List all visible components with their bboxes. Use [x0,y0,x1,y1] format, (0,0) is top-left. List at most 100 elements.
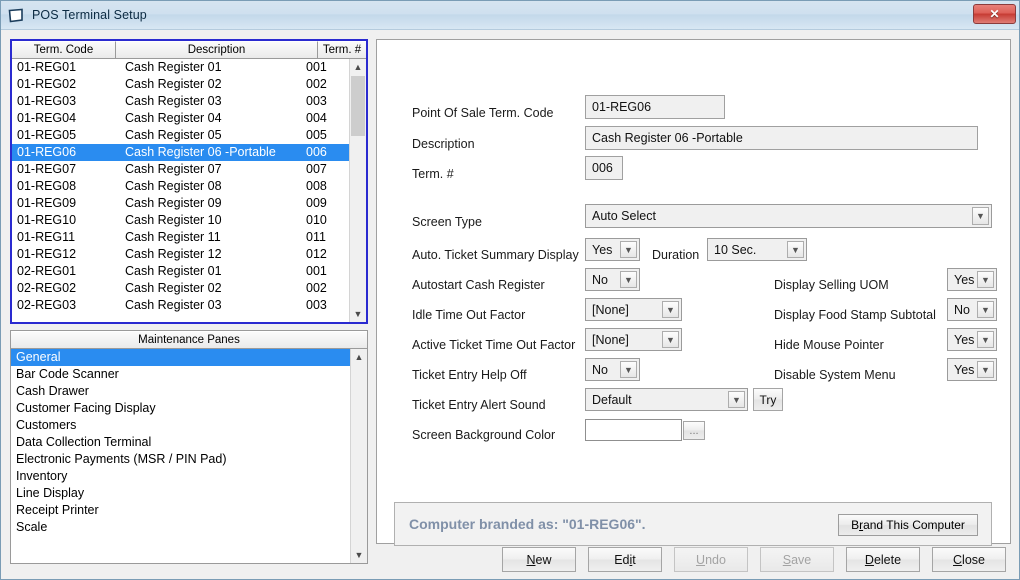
cell-term-code: 02-REG02 [17,281,77,295]
list-item[interactable]: Data Collection Terminal [11,434,350,451]
cell-description: Cash Register 06 -Portable [125,145,276,159]
combo-auto-ticket-summary-display[interactable]: Yes ▼ [585,238,640,261]
try-sound-button[interactable]: Try [753,388,783,411]
table-row[interactable]: 02-REG01 Cash Register 01 001 [12,263,349,280]
combo-idle-time-out-factor[interactable]: [None] ▼ [585,298,682,321]
table-row[interactable]: 01-REG09 Cash Register 09 009 [12,195,349,212]
combo-screen-type-value: Auto Select [592,209,656,223]
screen-background-color-browse-button[interactable]: ... [683,421,705,440]
table-row[interactable]: 01-REG05 Cash Register 05 005 [12,127,349,144]
chevron-down-icon[interactable]: ▼ [977,331,994,348]
table-row[interactable]: 01-REG06 Cash Register 06 -Portable 006 [12,144,349,161]
cell-term-num: 010 [306,213,327,227]
combo-active-ticket-time-out-factor[interactable]: [None] ▼ [585,328,682,351]
scroll-down-icon[interactable]: ▼ [350,306,366,322]
combo-display-food-stamp-subtotal[interactable]: No ▼ [947,298,997,321]
chevron-down-icon[interactable]: ▼ [972,207,989,225]
list-item[interactable]: Customer Facing Display [11,400,350,417]
chevron-down-icon[interactable]: ▼ [662,301,679,318]
footer-button-bar: New Ed i t Undo Save Delete Close [1,547,1019,573]
combo-hide-mouse-pointer[interactable]: Yes ▼ [947,328,997,351]
cell-term-code: 01-REG06 [17,145,77,159]
branding-status-box: Computer branded as: "01-REG06". Br and T… [394,502,992,546]
cell-description: Cash Register 04 [125,111,222,125]
window-body: Term. Code Description Term. # 01-REG01 C… [1,30,1019,579]
list-item[interactable]: Electronic Payments (MSR / PIN Pad) [11,451,350,468]
cell-term-num: 001 [306,60,327,74]
combo-display-selling-uom-value: Yes [954,272,975,287]
combo-ticket-entry-help-off-value: No [592,362,608,377]
chevron-down-icon[interactable]: ▼ [977,271,994,288]
label-ticket-entry-help-off: Ticket Entry Help Off [412,368,527,382]
edit-button[interactable]: Ed i t [588,547,662,572]
table-row[interactable]: 01-REG07 Cash Register 07 007 [12,161,349,178]
cell-term-code: 01-REG04 [17,111,77,125]
combo-duration[interactable]: 10 Sec. ▼ [707,238,807,261]
column-header-term-num[interactable]: Term. # [318,41,366,58]
table-row[interactable]: 01-REG01 Cash Register 01 001 [12,59,349,76]
column-header-description[interactable]: Description [116,41,318,58]
list-item[interactable]: Line Display [11,485,350,502]
delete-button[interactable]: Delete [846,547,920,572]
table-row[interactable]: 01-REG12 Cash Register 12 012 [12,246,349,263]
combo-duration-value: 10 Sec. [714,242,757,257]
combo-autostart-cash-register[interactable]: No ▼ [585,268,640,291]
table-row[interactable]: 01-REG02 Cash Register 02 002 [12,76,349,93]
scrollbar-thumb[interactable] [351,76,365,136]
table-row[interactable]: 01-REG03 Cash Register 03 003 [12,93,349,110]
list-item[interactable]: Inventory [11,468,350,485]
chevron-down-icon[interactable]: ▼ [620,361,637,378]
list-item[interactable]: Cash Drawer [11,383,350,400]
new-button[interactable]: New [502,547,576,572]
combo-ticket-entry-help-off[interactable]: No ▼ [585,358,640,381]
chevron-down-icon[interactable]: ▼ [977,361,994,378]
cell-term-code: 02-REG01 [17,264,77,278]
cell-term-num: 001 [306,264,327,278]
maintenance-panes-panel[interactable]: Maintenance Panes General Bar Code Scanne… [10,330,368,564]
close-button[interactable]: Close [932,547,1006,572]
terminal-grid-header: Term. Code Description Term. # [12,41,366,59]
combo-disable-system-menu[interactable]: Yes ▼ [947,358,997,381]
scroll-up-icon[interactable]: ▲ [350,59,366,75]
cell-term-code: 01-REG01 [17,60,77,74]
terminal-grid[interactable]: Term. Code Description Term. # 01-REG01 C… [10,39,368,324]
list-item[interactable]: Customers [11,417,350,434]
cell-description: Cash Register 03 [125,298,222,312]
list-item[interactable]: Bar Code Scanner [11,366,350,383]
chevron-down-icon[interactable]: ▼ [728,391,745,408]
table-row[interactable]: 01-REG04 Cash Register 04 004 [12,110,349,127]
brand-button-prefix: B [851,518,860,532]
list-item[interactable]: Receipt Printer [11,502,350,519]
cell-description: Cash Register 01 [125,60,222,74]
field-point-of-sale-term-code: 01-REG06 [585,95,725,119]
chevron-down-icon[interactable]: ▼ [787,241,804,258]
combo-disable-system-menu-value: Yes [954,362,975,377]
maintenance-panes-scrollbar[interactable]: ▲ ▼ [350,349,367,563]
chevron-down-icon[interactable]: ▼ [620,241,637,258]
table-row[interactable]: 02-REG03 Cash Register 03 003 [12,297,349,314]
field-description: Cash Register 06 -Portable [585,126,978,150]
table-row[interactable]: 01-REG11 Cash Register 11 011 [12,229,349,246]
window-title: POS Terminal Setup [32,8,147,22]
field-screen-background-color[interactable] [585,419,682,441]
table-row[interactable]: 01-REG08 Cash Register 08 008 [12,178,349,195]
combo-screen-type[interactable]: Auto Select ▼ [585,204,992,228]
combo-display-selling-uom[interactable]: Yes ▼ [947,268,997,291]
chevron-down-icon[interactable]: ▼ [977,301,994,318]
maintenance-panes-list: General Bar Code Scanner Cash Drawer Custom… [11,349,350,563]
terminal-grid-scrollbar[interactable]: ▲ ▼ [349,59,366,322]
combo-ticket-entry-alert-sound[interactable]: Default ▼ [585,388,748,411]
table-row[interactable]: 02-REG02 Cash Register 02 002 [12,280,349,297]
list-item[interactable]: General [11,349,350,366]
brand-this-computer-button[interactable]: Br and This Computer [838,514,978,536]
cell-term-code: 01-REG08 [17,179,77,193]
table-row[interactable]: 01-REG10 Cash Register 10 010 [12,212,349,229]
cell-description: Cash Register 11 [125,230,221,244]
chevron-down-icon[interactable]: ▼ [662,331,679,348]
list-item[interactable]: Scale [11,519,350,536]
chevron-down-icon[interactable]: ▼ [620,271,637,288]
cell-term-num: 007 [306,162,327,176]
column-header-term-code[interactable]: Term. Code [12,41,116,58]
panes-scroll-up-icon[interactable]: ▲ [351,349,367,365]
window-close-button[interactable]: ✕ [973,4,1016,24]
